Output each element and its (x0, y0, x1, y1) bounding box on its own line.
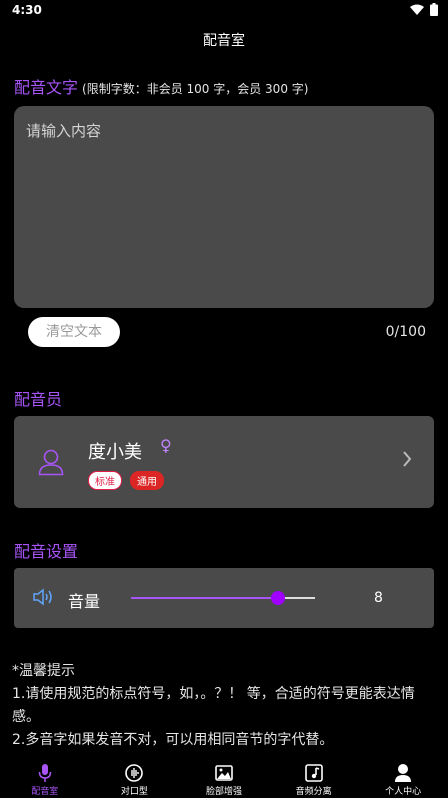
nav-label-dubbing: 配音室 (31, 787, 59, 797)
volume-value: 8 (374, 590, 383, 606)
person-icon (395, 764, 412, 782)
nav-label-face-enhance: 脸部增强 (205, 787, 242, 797)
face-enhance-icon (215, 765, 233, 781)
nav-label-profile: 个人中心 (385, 787, 422, 797)
tips-line-1: 1.请使用规范的标点符号，如，。？！ 等，合适的符号更能表达情感。 (12, 686, 415, 725)
volume-label: 音量 (68, 592, 101, 611)
volume-card: 音量 8 (14, 568, 434, 628)
nav-label-audio-split: 音频分离 (295, 787, 332, 797)
status-bar: 4:30 (0, 0, 448, 22)
tag-standard: 标准 (88, 471, 122, 490)
voicer-card[interactable]: 度小美 ♀ 标准 通用 (14, 416, 434, 508)
nav-item-face-enhance[interactable]: 脸部增强 (179, 758, 269, 798)
nav-item-profile[interactable]: 个人中心 (358, 758, 448, 798)
voicer-section-title: 配音员 (14, 390, 63, 409)
bottom-nav: 配音室 对口型 脸部增强 音频分离 个人中心 (0, 758, 448, 798)
volume-slider-thumb[interactable] (271, 591, 286, 605)
char-count: 0/100 (385, 324, 426, 340)
nav-item-lipsync[interactable]: 对口型 (90, 758, 180, 798)
tips-line-2: 2.多音字如果发音不对，可以用相同音节的字代替。 (12, 732, 334, 748)
status-time: 4:30 (12, 3, 42, 17)
volume-slider[interactable] (131, 589, 315, 607)
page-title: 配音室 (203, 33, 245, 49)
text-limit-note: (限制字数：非会员 100 字，会员 300 字) (82, 82, 309, 96)
wifi-icon (410, 4, 424, 15)
volume-slider-fill (131, 597, 279, 599)
status-icons (410, 3, 438, 16)
lipsync-icon (125, 764, 144, 782)
text-section-label: 配音文字 (14, 78, 79, 97)
female-icon: ♀ (160, 436, 172, 455)
battery-icon (430, 3, 438, 16)
text-input-placeholder: 请输入内容 (26, 122, 102, 140)
voicer-name: 度小美 (88, 442, 142, 463)
text-section-title: 配音文字 (限制字数：非会员 100 字，会员 300 字) (14, 74, 308, 98)
nav-label-lipsync: 对口型 (120, 787, 148, 797)
audio-split-icon (304, 764, 323, 782)
voicer-tags: 标准 通用 (88, 471, 164, 490)
tips-title: *温馨提示 (12, 663, 75, 679)
text-input[interactable]: 请输入内容 (14, 106, 434, 308)
person-outline-icon (38, 449, 64, 476)
clear-text-button[interactable]: 清空文本 (28, 317, 120, 347)
tag-general: 通用 (130, 471, 164, 490)
speaker-icon (33, 588, 52, 606)
settings-section-title: 配音设置 (14, 542, 79, 561)
tips: *温馨提示 1.请使用规范的标点符号，如，。？！ 等，合适的符号更能表达情感。 … (12, 660, 440, 752)
nav-item-dubbing[interactable]: 配音室 (0, 758, 90, 798)
nav-item-audio-split[interactable]: 音频分离 (269, 758, 359, 798)
chevron-right-icon (403, 451, 412, 467)
microphone-icon (38, 764, 52, 782)
